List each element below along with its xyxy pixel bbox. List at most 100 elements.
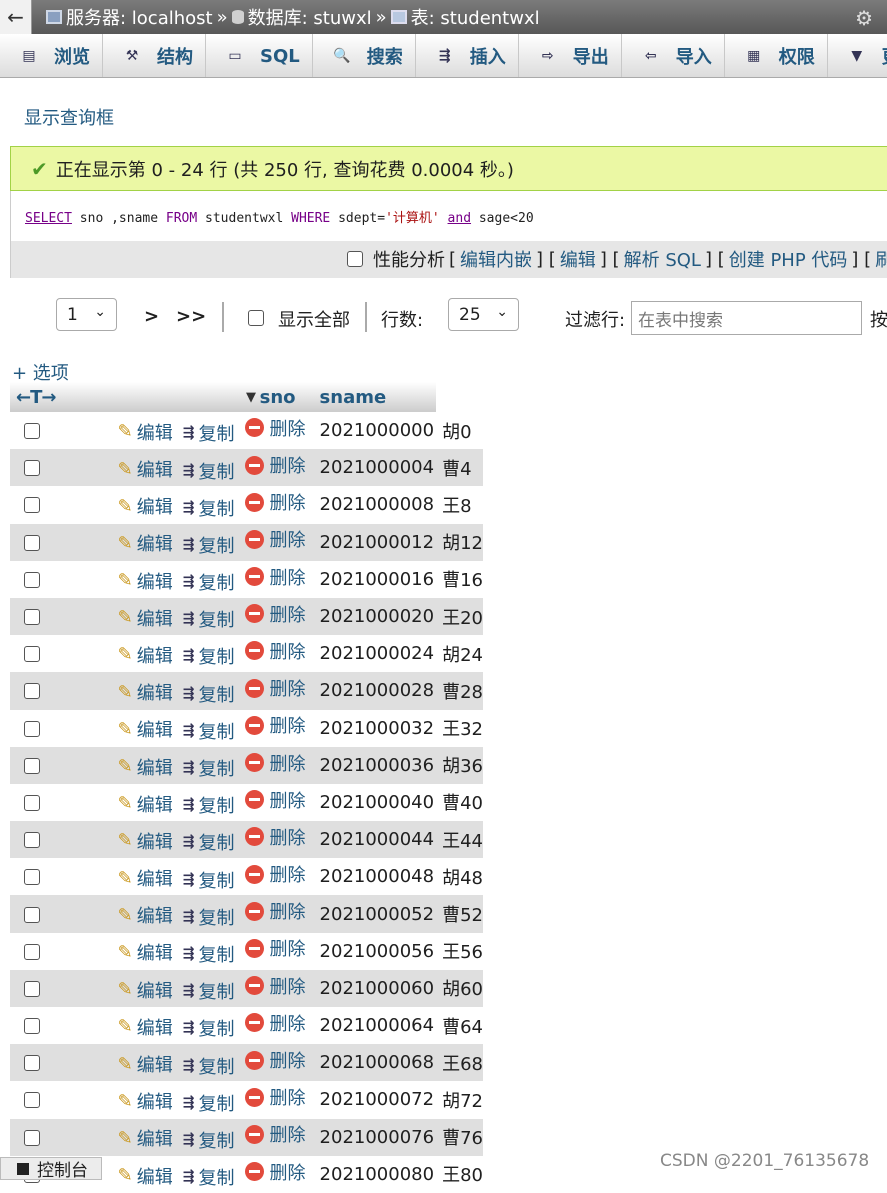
edit-row-button[interactable]: ✎ 编辑 (118, 530, 173, 556)
delete-row-button[interactable]: 删除 (244, 935, 306, 961)
cell-sno[interactable]: 2021000028 (313, 672, 437, 710)
delete-row-button[interactable]: 删除 (244, 526, 306, 552)
row-checkbox[interactable] (24, 1129, 40, 1146)
copy-row-button[interactable]: ⇶ 复制 (183, 643, 235, 669)
cell-sno[interactable]: 2021000020 (313, 597, 437, 636)
delete-row-button[interactable]: 删除 (244, 1084, 306, 1110)
row-checkbox[interactable] (24, 980, 40, 997)
cell-sno[interactable]: 2021000056 (314, 933, 437, 970)
delete-row-button[interactable]: 删除 (244, 824, 306, 850)
copy-row-button[interactable]: ⇶ 复制 (183, 495, 235, 521)
cell-sno[interactable]: 2021000072 (314, 1081, 437, 1118)
edit-row-button[interactable]: ✎ 编辑 (118, 1125, 173, 1151)
edit-inline-link[interactable]: 编辑内嵌 (460, 246, 532, 272)
copy-row-button[interactable]: ⇶ 复制 (183, 420, 235, 446)
cell-sname[interactable]: 王68 (436, 1044, 483, 1082)
delete-row-button[interactable]: 删除 (244, 1047, 306, 1073)
show-all-checkbox[interactable] (248, 310, 264, 326)
copy-row-button[interactable]: ⇶ 复制 (183, 718, 235, 744)
edit-row-button[interactable]: ✎ 编辑 (118, 1014, 173, 1040)
copy-row-button[interactable]: ⇶ 复制 (183, 755, 235, 781)
cell-sno[interactable]: 2021000060 (313, 969, 437, 1007)
column-resize-arrows-icon[interactable]: ←T→ (16, 387, 56, 408)
column-header-sno[interactable]: sno (117, 382, 314, 412)
row-checkbox[interactable] (24, 571, 40, 588)
row-checkbox[interactable] (24, 832, 40, 849)
edit-row-button[interactable]: ✎ 编辑 (118, 456, 173, 482)
delete-row-button[interactable]: 删除 (244, 861, 306, 887)
copy-row-button[interactable]: ⇶ 复制 (183, 1015, 235, 1041)
row-checkbox[interactable] (24, 1055, 40, 1072)
delete-row-button[interactable]: 删除 (244, 675, 306, 701)
delete-row-button[interactable]: 删除 (244, 1010, 306, 1036)
edit-row-button[interactable]: ✎ 编辑 (118, 493, 173, 519)
edit-row-button[interactable]: ✎ 编辑 (118, 1051, 173, 1077)
cell-sname[interactable]: 王20 (436, 597, 483, 636)
delete-row-button[interactable]: 删除 (244, 452, 306, 478)
delete-row-button[interactable]: 删除 (244, 787, 306, 813)
row-checkbox[interactable] (24, 869, 40, 886)
delete-row-button[interactable]: 删除 (244, 1121, 306, 1147)
delete-row-button[interactable]: 删除 (244, 750, 306, 776)
row-checkbox[interactable] (24, 423, 40, 440)
tab-browse[interactable]: ▤ 浏览 (0, 34, 103, 77)
copy-row-button[interactable]: ⇶ 复制 (183, 1053, 235, 1079)
row-checkbox[interactable] (24, 460, 40, 477)
tab-privileges[interactable]: ▦ 权限 (725, 34, 828, 77)
delete-row-button[interactable]: 删除 (244, 1159, 306, 1185)
cell-sno[interactable]: 2021000032 (314, 710, 437, 747)
page-select[interactable]: 1 ⌄ (56, 298, 117, 331)
cell-sname[interactable]: 曹64 (436, 1007, 483, 1044)
sql-keyword-select[interactable]: SELECT (25, 211, 72, 226)
tab-sql[interactable]: ▭ SQL (206, 34, 313, 77)
row-checkbox[interactable] (24, 683, 40, 700)
edit-row-button[interactable]: ✎ 编辑 (118, 754, 173, 780)
cell-sname[interactable]: 胡0 (436, 412, 483, 449)
tab-export[interactable]: ⇨ 导出 (519, 34, 622, 77)
tab-structure[interactable]: ⚒ 结构 (103, 34, 206, 77)
cell-sname[interactable]: 王80 (436, 1156, 483, 1193)
delete-row-button[interactable]: 删除 (244, 712, 306, 738)
row-checkbox[interactable] (24, 609, 40, 626)
filter-rows-input[interactable]: 在表中搜索 (631, 301, 862, 335)
cell-sname[interactable]: 王44 (436, 821, 483, 859)
cell-sno[interactable]: 2021000016 (314, 561, 437, 598)
cell-sname[interactable]: 王56 (436, 933, 483, 970)
tab-import[interactable]: ⇦ 导入 (622, 34, 725, 77)
cell-sname[interactable]: 胡24 (436, 635, 483, 672)
rows-per-page-select[interactable]: 25 ⌄ (448, 298, 519, 331)
cell-sname[interactable]: 胡60 (436, 969, 483, 1007)
next-page-button[interactable]: > (144, 306, 159, 327)
row-checkbox[interactable] (24, 534, 40, 551)
edit-row-button[interactable]: ✎ 编辑 (118, 679, 173, 705)
show-query-box-link[interactable]: 显示查询框 (24, 104, 114, 130)
cell-sname[interactable]: 王8 (436, 486, 483, 523)
cell-sno[interactable]: 2021000080 (314, 1156, 437, 1193)
tab-insert[interactable]: ⇶ 插入 (416, 34, 519, 77)
edit-row-button[interactable]: ✎ 编辑 (118, 605, 173, 631)
edit-row-button[interactable]: ✎ 编辑 (118, 865, 173, 891)
copy-row-button[interactable]: ⇶ 复制 (183, 941, 235, 967)
delete-row-button[interactable]: 删除 (244, 415, 306, 441)
cell-sno[interactable]: 2021000064 (314, 1007, 437, 1044)
row-checkbox[interactable] (24, 943, 40, 960)
row-checkbox[interactable] (24, 757, 40, 774)
copy-row-button[interactable]: ⇶ 复制 (183, 867, 235, 893)
cell-sname[interactable]: 曹28 (436, 672, 483, 710)
cell-sno[interactable]: 2021000004 (313, 449, 437, 487)
copy-row-button[interactable]: ⇶ 复制 (183, 978, 235, 1004)
cell-sno[interactable]: 2021000048 (314, 858, 437, 895)
cell-sno[interactable]: 2021000068 (313, 1044, 437, 1082)
cell-sno[interactable]: 2021000024 (314, 635, 437, 672)
create-php-link[interactable]: 创建 PHP 代码 (729, 246, 848, 272)
cell-sno[interactable]: 2021000040 (314, 784, 437, 821)
cell-sname[interactable]: 胡36 (436, 746, 483, 784)
row-checkbox[interactable] (24, 1092, 40, 1109)
edit-row-button[interactable]: ✎ 编辑 (118, 1163, 173, 1189)
edit-row-button[interactable]: ✎ 编辑 (118, 1088, 173, 1114)
copy-row-button[interactable]: ⇶ 复制 (183, 458, 235, 484)
row-checkbox[interactable] (24, 497, 40, 514)
edit-row-button[interactable]: ✎ 编辑 (118, 939, 173, 965)
cell-sname[interactable]: 曹52 (436, 895, 483, 933)
delete-row-button[interactable]: 删除 (244, 489, 306, 515)
